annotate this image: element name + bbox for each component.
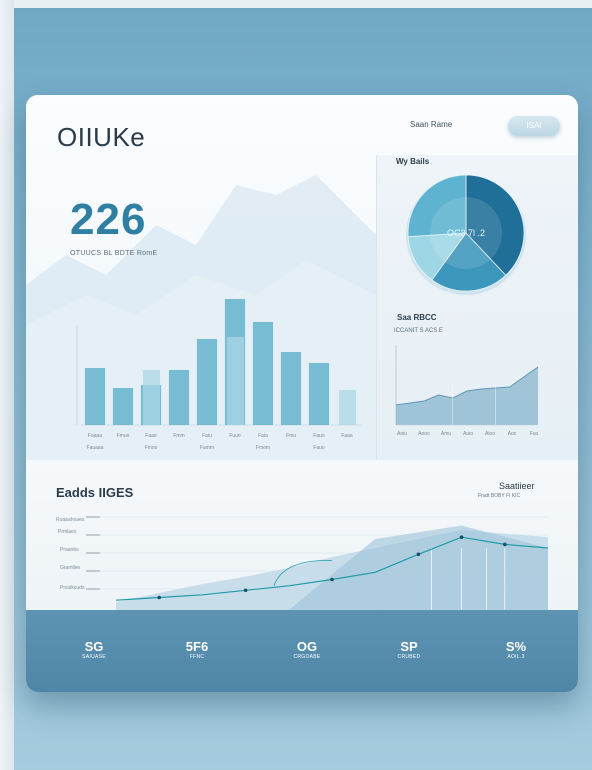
bar	[226, 337, 245, 425]
footer-stat: OG CRGOABE	[272, 639, 342, 661]
app-logo: OIIUKe	[57, 122, 146, 152]
x-tick-label: Fuuo	[229, 433, 241, 439]
data-point	[503, 542, 507, 547]
x-tick-label: Famm	[200, 445, 214, 451]
bar	[142, 370, 161, 425]
y-label: Praanbs	[60, 547, 79, 553]
x-tick-label: Faaaa	[88, 433, 102, 439]
lower-right-title: Saatiieer	[499, 481, 535, 491]
x-tick-label: Fmom	[256, 445, 270, 451]
footer-stat: SP CRUBED	[374, 639, 444, 661]
x-tick-label: Faia	[258, 433, 268, 439]
stat-label: CRGOABE	[293, 654, 321, 660]
search-label: Saan Rame	[410, 120, 453, 129]
line-panel-label: Saa RBCC	[397, 313, 437, 322]
x-tick-label: Auio	[463, 431, 473, 437]
x-tick-label: Faaa	[341, 433, 353, 439]
stat-value: S%	[505, 639, 527, 654]
x-tick-label: Amu	[441, 431, 452, 437]
data-point	[459, 535, 464, 539]
y-label: Ruaaahoaes	[56, 517, 85, 523]
x-tick-label: Aoiu	[397, 431, 407, 437]
edge-strip	[0, 0, 14, 770]
stat-label: AOIL.3	[507, 654, 525, 660]
footer-stat: SG SAIUASE	[59, 639, 129, 661]
data-point	[243, 588, 248, 593]
data-point	[157, 595, 161, 600]
x-tick-label: Faiu	[202, 433, 212, 439]
top-band	[14, 0, 592, 8]
x-tick-label: Aooo	[418, 431, 430, 437]
bar	[252, 322, 274, 425]
bar	[308, 363, 330, 425]
x-tick-label: Aioo	[485, 431, 495, 437]
y-label: Prsulkcuds	[60, 585, 85, 591]
footer-stat: 5F6 FFNC	[162, 639, 232, 661]
area-chart: Aoiu Aooo Amu Auio Aioo Aoc Fuo	[395, 345, 539, 437]
bar	[84, 368, 106, 425]
y-label: Prmlaes	[58, 529, 77, 535]
data-point	[330, 577, 334, 582]
x-tick-label: Fmuo	[117, 433, 130, 439]
page: OIIUKe Saan Rame ISAI 226 OTUUCS BL BDTE…	[0, 0, 592, 770]
stat-label: SAIUASE	[82, 654, 106, 660]
trend-line-chart	[86, 516, 549, 610]
bar	[112, 388, 134, 425]
bar	[196, 339, 218, 425]
pie-chart: OC3 7l .2	[406, 174, 526, 295]
footer-stat: S% AOIL.3	[481, 639, 551, 661]
pie-center-label: OC3 7l .2	[447, 228, 485, 238]
stat-value: 5F6	[185, 639, 209, 654]
stat-value: SG	[84, 639, 104, 654]
stat-label: CRUBED	[397, 654, 421, 660]
search-button[interactable]: ISAI	[508, 116, 560, 136]
bar	[338, 390, 357, 425]
line-panel-sublabel: ICCANIT S ACS E	[394, 328, 443, 334]
x-tick-label: Faao	[145, 433, 157, 439]
bar	[280, 352, 302, 425]
kpi-subtitle: OTUUCS BL BDTE RomE	[70, 250, 158, 257]
x-tick-label: Fmm	[173, 433, 184, 439]
stat-value: SP	[400, 639, 418, 654]
data-point	[416, 552, 421, 557]
stat-label: FFNC	[189, 654, 205, 660]
x-tick-label: Fmoo	[145, 445, 158, 451]
pie-panel-label: Wy Bails	[396, 157, 430, 166]
stat-value: OG	[296, 639, 318, 654]
x-tick-label: Fauo	[313, 445, 325, 451]
bar	[168, 370, 190, 425]
x-tick-label: Fauaaa	[87, 445, 104, 451]
x-tick-label: Aoc	[508, 431, 517, 437]
y-label: Gramllee	[60, 565, 81, 571]
x-tick-label: Fuo	[530, 431, 539, 437]
kpi-value: 226	[70, 195, 147, 244]
area-fill	[396, 367, 538, 425]
dashboard-card: OIIUKe Saan Rame ISAI 226 OTUUCS BL BDTE…	[26, 95, 578, 692]
x-tick-label: Fmu	[286, 433, 296, 439]
bar-chart: Faaaa Fmuo Faao Fmm Faiu Fuuo Faia Fmu Fauo Faaa F…	[76, 299, 361, 451]
x-tick-label: Fauo	[313, 433, 325, 439]
